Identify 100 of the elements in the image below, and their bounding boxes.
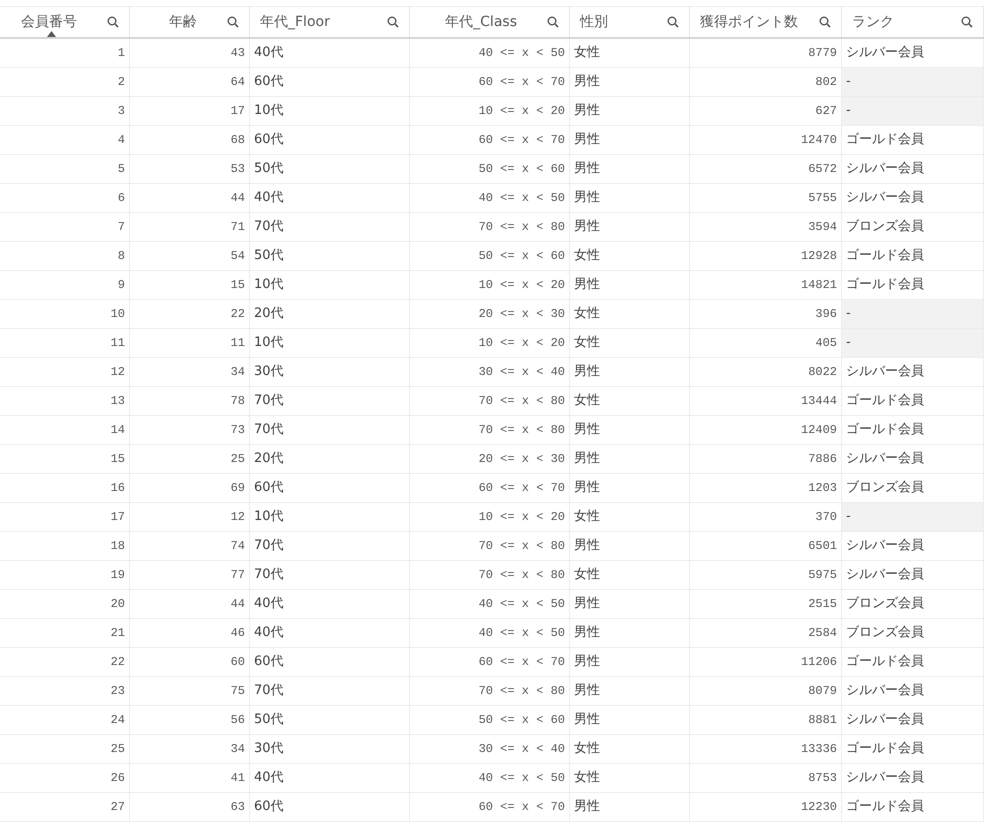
table-cell: シルバー会員 — [842, 561, 984, 589]
table-cell: シルバー会員 — [842, 706, 984, 734]
table-cell: 25 — [130, 445, 250, 473]
table-cell: 4 — [0, 126, 130, 154]
table-cell: 10 — [0, 300, 130, 328]
table-cell: 24 — [0, 706, 130, 734]
table-cell: 男性 — [570, 474, 690, 502]
table-cell: 8022 — [690, 358, 842, 386]
table-cell: 56 — [130, 706, 250, 734]
table-cell: 男性 — [570, 213, 690, 241]
table-cell: 40 <= x < 50 — [410, 39, 570, 67]
column-header[interactable]: 獲得ポイント数 — [690, 7, 842, 37]
table-cell: 60代 — [250, 648, 410, 676]
column-label: 年代_Class — [445, 12, 517, 32]
search-icon[interactable] — [961, 16, 973, 28]
table-cell: 8079 — [690, 677, 842, 705]
table-cell: 50代 — [250, 155, 410, 183]
table-cell: ゴールド会員 — [842, 735, 984, 763]
table-cell: 13444 — [690, 387, 842, 415]
table-cell: 75 — [130, 677, 250, 705]
table-cell: 8881 — [690, 706, 842, 734]
table-cell: 50代 — [250, 706, 410, 734]
table-cell: - — [842, 68, 984, 96]
table-cell: ブロンズ会員 — [842, 213, 984, 241]
table-cell: 60 — [130, 648, 250, 676]
column-label: 性別 — [580, 12, 608, 32]
table-cell: 11206 — [690, 648, 842, 676]
table-cell: 60 <= x < 70 — [410, 648, 570, 676]
table-cell: 2584 — [690, 619, 842, 647]
table-cell: 27 — [0, 793, 130, 821]
table-cell: 12409 — [690, 416, 842, 444]
table-cell: ゴールド会員 — [842, 648, 984, 676]
table-cell: 女性 — [570, 242, 690, 270]
table-cell: 40代 — [250, 184, 410, 212]
column-header[interactable]: 性別 — [570, 7, 690, 37]
table-cell: ゴールド会員 — [842, 387, 984, 415]
table-cell: 3594 — [690, 213, 842, 241]
table-cell: 70 <= x < 80 — [410, 532, 570, 560]
table-cell: 68 — [130, 126, 250, 154]
table-cell: 20 <= x < 30 — [410, 445, 570, 473]
table-cell: 15 — [130, 271, 250, 299]
table-cell: 40代 — [250, 764, 410, 792]
table-cell: 70 <= x < 80 — [410, 416, 570, 444]
table-cell: 10 <= x < 20 — [410, 97, 570, 125]
search-icon[interactable] — [667, 16, 679, 28]
table-cell: 6 — [0, 184, 130, 212]
column-header[interactable]: ランク — [842, 7, 984, 37]
table-cell: 12 — [0, 358, 130, 386]
column-label: 獲得ポイント数 — [700, 12, 798, 32]
search-icon[interactable] — [227, 16, 239, 28]
table-cell: 男性 — [570, 97, 690, 125]
search-icon[interactable] — [387, 16, 399, 28]
table-cell: 女性 — [570, 561, 690, 589]
table-cell: 男性 — [570, 445, 690, 473]
table-cell: 46 — [130, 619, 250, 647]
table-cell: 43 — [130, 39, 250, 67]
table-cell: 70代 — [250, 416, 410, 444]
table-cell: ゴールド会員 — [842, 416, 984, 444]
table-cell: 8 — [0, 242, 130, 270]
table-cell: 10代 — [250, 503, 410, 531]
table-cell: 69 — [130, 474, 250, 502]
table-cell: 64 — [130, 68, 250, 96]
search-icon[interactable] — [107, 16, 119, 28]
table-cell: 男性 — [570, 677, 690, 705]
column-header[interactable]: 年代_Floor — [250, 7, 410, 37]
column-header[interactable]: 年代_Class — [410, 7, 570, 37]
table-cell: ゴールド会員 — [842, 793, 984, 821]
table-cell: 10 <= x < 20 — [410, 329, 570, 357]
column-header[interactable]: 会員番号 — [0, 7, 130, 37]
table-cell: シルバー会員 — [842, 39, 984, 67]
table-cell: 44 — [130, 184, 250, 212]
table-cell: 女性 — [570, 735, 690, 763]
search-icon[interactable] — [819, 16, 831, 28]
table-cell: 41 — [130, 764, 250, 792]
table-cell: 60 <= x < 70 — [410, 793, 570, 821]
column-label: 会員番号 — [21, 12, 77, 32]
table-cell: - — [842, 97, 984, 125]
table-cell: 5 — [0, 155, 130, 183]
table-cell: 78 — [130, 387, 250, 415]
table-cell: ブロンズ会員 — [842, 590, 984, 618]
table-cell: 40 <= x < 50 — [410, 764, 570, 792]
table-cell: 30代 — [250, 358, 410, 386]
table-cell: 73 — [130, 416, 250, 444]
table-cell: 60代 — [250, 793, 410, 821]
table-cell: 70 <= x < 80 — [410, 677, 570, 705]
table-cell: 9 — [0, 271, 130, 299]
column-header[interactable]: 年齢 — [130, 7, 250, 37]
table-cell: 6572 — [690, 155, 842, 183]
table-cell: 13336 — [690, 735, 842, 763]
table-cell: シルバー会員 — [842, 155, 984, 183]
table-cell: 30 <= x < 40 — [410, 735, 570, 763]
column-label: 年齢 — [169, 12, 197, 32]
table-cell: 40代 — [250, 619, 410, 647]
table-cell: 53 — [130, 155, 250, 183]
table-cell: 60 <= x < 70 — [410, 126, 570, 154]
table-cell: 40 <= x < 50 — [410, 590, 570, 618]
search-icon[interactable] — [547, 16, 559, 28]
table-cell: 44 — [130, 590, 250, 618]
table-cell: 18 — [0, 532, 130, 560]
table-cell: 14821 — [690, 271, 842, 299]
